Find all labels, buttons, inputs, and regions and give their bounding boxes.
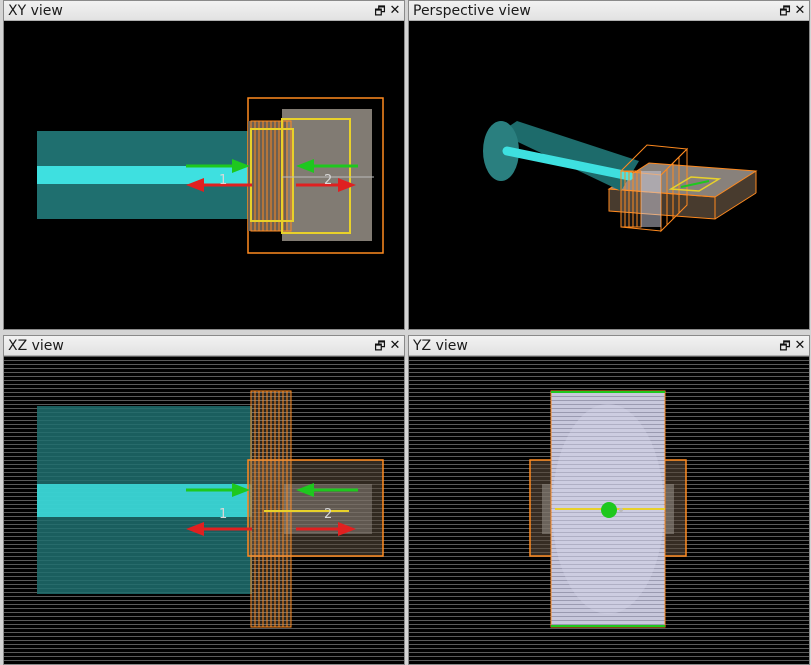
perspective-view-title: Perspective view [413, 3, 531, 19]
restore-icon[interactable]: 🗗 [779, 339, 791, 353]
yz-view-title: YZ view [413, 338, 468, 354]
connector-wireframe [250, 390, 292, 628]
close-icon[interactable]: ✕ [389, 4, 401, 18]
close-icon[interactable]: ✕ [794, 339, 806, 353]
inner-conductor-dot [601, 502, 617, 518]
xz-view-header: XZ view 🗗 ✕ [4, 336, 404, 356]
perspective-view-header: Perspective view 🗗 ✕ [409, 1, 809, 21]
xz-view-pane[interactable]: XZ view 🗗 ✕ 1 2 [3, 335, 405, 665]
port-2-label: 2 [324, 173, 332, 188]
xy-view-title: XY view [8, 3, 63, 19]
restore-icon[interactable]: 🗗 [779, 4, 791, 18]
yz-view-header: YZ view 🗗 ✕ [409, 336, 809, 356]
port-1-label: 1 [219, 507, 227, 522]
port-1-label: 1 [219, 173, 227, 188]
xy-view-pane[interactable]: XY view 🗗 ✕ 1 2 [3, 0, 405, 330]
port-2-label: 2 [324, 507, 332, 522]
restore-icon[interactable]: 🗗 [374, 4, 386, 18]
perspective-view-pane[interactable]: Perspective view 🗗 ✕ [408, 0, 810, 330]
close-icon[interactable]: ✕ [389, 339, 401, 353]
perspective-viewport[interactable] [409, 21, 809, 329]
xz-view-title: XZ view [8, 338, 64, 354]
xz-viewport[interactable]: 1 2 [4, 356, 404, 664]
restore-icon[interactable]: 🗗 [374, 339, 386, 353]
close-icon[interactable]: ✕ [794, 4, 806, 18]
yz-view-pane[interactable]: YZ view 🗗 ✕ [408, 335, 810, 665]
yz-viewport[interactable] [409, 356, 809, 664]
xy-view-header: XY view 🗗 ✕ [4, 1, 404, 21]
xy-viewport[interactable]: 1 2 [4, 21, 404, 329]
